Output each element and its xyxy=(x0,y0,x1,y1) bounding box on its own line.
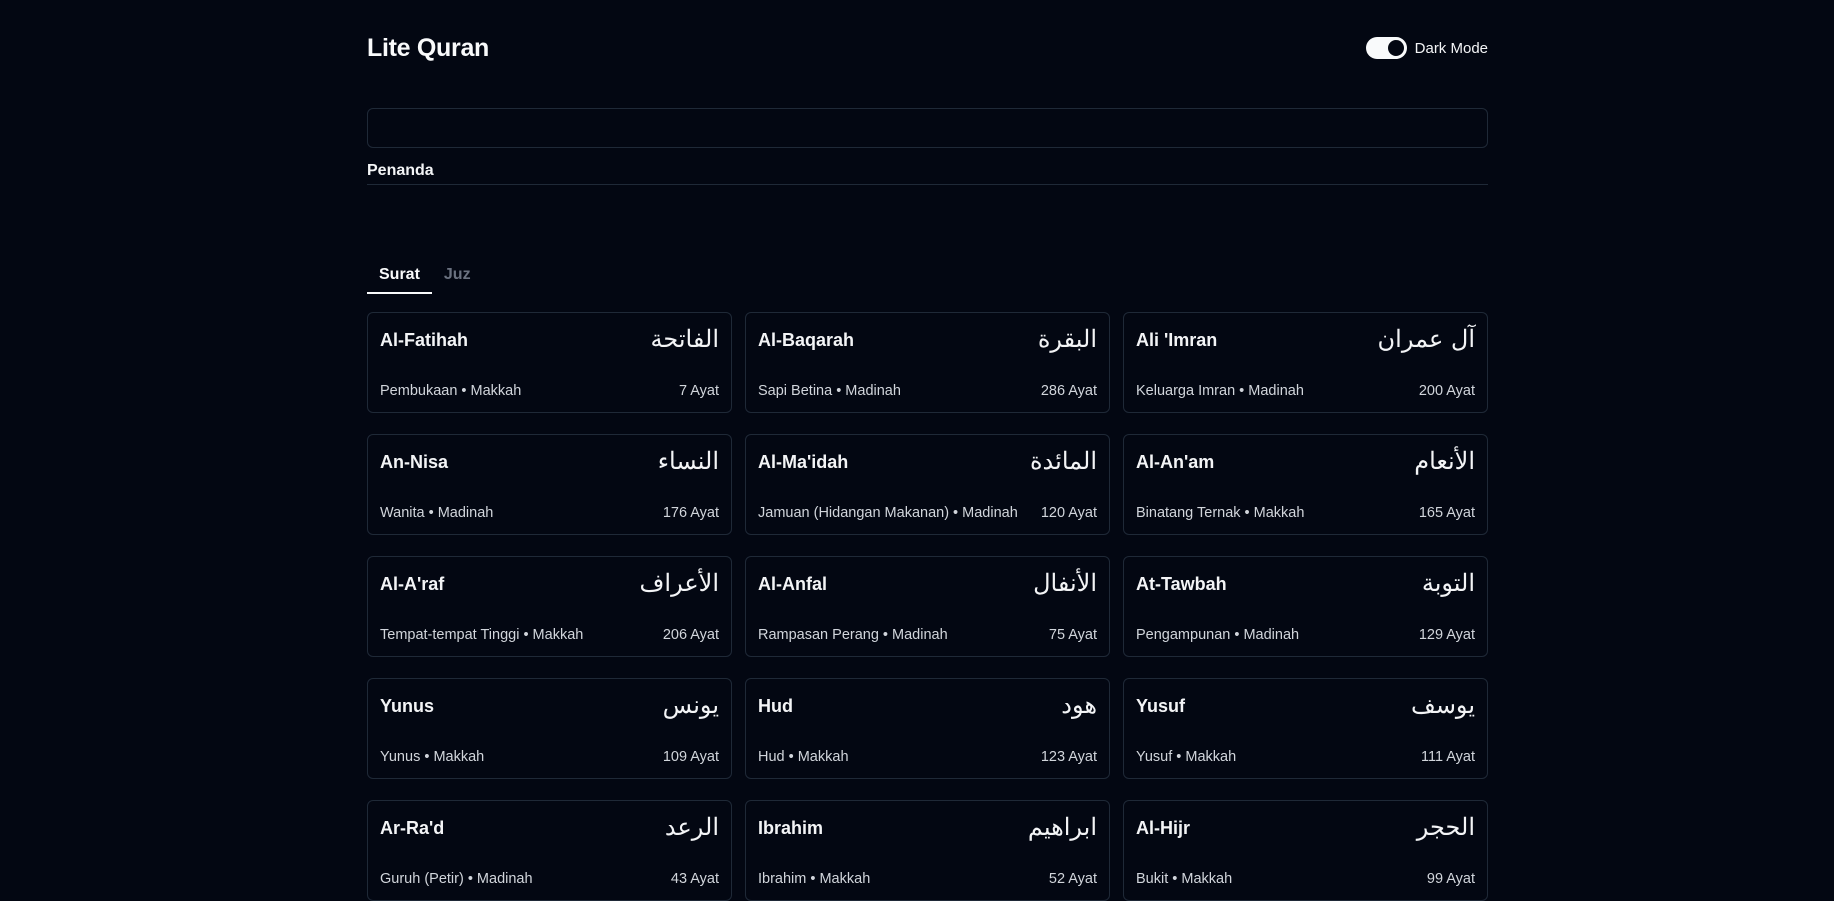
dark-mode-toggle[interactable]: Dark Mode xyxy=(1365,37,1488,59)
surah-arabic-name: الأنفال xyxy=(1033,569,1097,597)
surah-ayat-count: 206 Ayat xyxy=(662,627,719,643)
surah-ayat-count: 120 Ayat xyxy=(1040,505,1097,521)
surah-ayat-count: 129 Ayat xyxy=(1418,627,1475,643)
surah-arabic-name: البقرة xyxy=(1037,325,1097,353)
surah-name: Ar-Ra'd xyxy=(380,818,445,838)
surah-arabic-name: ابراهيم xyxy=(1027,813,1097,841)
dark-mode-label: Dark Mode xyxy=(1414,39,1488,57)
surah-name: At-Tawbah xyxy=(1136,574,1227,594)
surah-card[interactable]: At-Tawbah التوبة Pengampunan • Madinah 129 … xyxy=(1123,556,1488,657)
surah-ayat-count: 7 Ayat xyxy=(678,383,719,399)
surah-name: Al-A'raf xyxy=(380,574,445,594)
surah-ayat-count: 109 Ayat xyxy=(662,749,719,765)
surah-name: An-Nisa xyxy=(380,452,449,472)
surah-card[interactable]: Yunus يونس Yunus • Makkah 109 Ayat xyxy=(367,678,732,779)
surah-meta: Rampasan Perang • Madinah xyxy=(758,627,948,643)
surah-arabic-name: التوبة xyxy=(1421,569,1475,597)
dark-mode-switch-knob xyxy=(1387,40,1404,56)
surah-card[interactable]: Hud هود Hud • Makkah 123 Ayat xyxy=(745,678,1110,779)
surah-name: Al-Baqarah xyxy=(758,330,855,350)
surah-arabic-name: آل عمران xyxy=(1377,325,1475,353)
surah-meta: Sapi Betina • Madinah xyxy=(758,383,901,399)
surah-grid: Al-Fatihah الفاتحة Pembukaan • Makkah 7 Aya… xyxy=(367,312,1488,901)
search-input[interactable] xyxy=(367,108,1488,148)
surah-arabic-name: يوسف xyxy=(1410,691,1475,719)
surah-ayat-count: 75 Ayat xyxy=(1048,627,1097,643)
surah-card[interactable]: Al-Ma'idah المائدة Jamuan (Hidangan Makana… xyxy=(745,434,1110,535)
surah-ayat-count: 123 Ayat xyxy=(1040,749,1097,765)
surah-meta: Wanita • Madinah xyxy=(380,505,494,521)
surah-ayat-count: 176 Ayat xyxy=(662,505,719,521)
surah-meta: Binatang Ternak • Makkah xyxy=(1136,505,1305,521)
surah-name: Al-Hijr xyxy=(1136,818,1190,838)
surah-name: Yunus xyxy=(380,696,435,716)
surah-name: Hud xyxy=(758,696,793,716)
surah-card[interactable]: Ibrahim ابراهيم Ibrahim • Makkah 52 Ayat xyxy=(745,800,1110,901)
surah-arabic-name: الأعراف xyxy=(639,569,719,597)
surah-meta: Jamuan (Hidangan Makanan) • Madinah xyxy=(758,505,1018,521)
bookmark-heading: Penanda xyxy=(367,162,434,179)
surah-card[interactable]: Ar-Ra'd الرعد Guruh (Petir) • Madinah 43 Ay… xyxy=(367,800,732,901)
surah-arabic-name: هود xyxy=(1061,691,1097,719)
surah-meta: Ibrahim • Makkah xyxy=(758,871,871,887)
surah-name: Ali 'Imran xyxy=(1136,330,1218,350)
surah-card[interactable]: Al-A'raf الأعراف Tempat-tempat Tinggi • Ma… xyxy=(367,556,732,657)
surah-meta: Pembukaan • Makkah xyxy=(380,383,522,399)
app-title: Lite Quran xyxy=(367,33,490,62)
surah-ayat-count: 200 Ayat xyxy=(1418,383,1475,399)
tab-juz[interactable]: Juz xyxy=(432,264,483,294)
surah-meta: Pengampunan • Madinah xyxy=(1136,627,1300,643)
surah-ayat-count: 165 Ayat xyxy=(1418,505,1475,521)
tab-bar: Surat Juz xyxy=(367,264,483,294)
surah-name: Yusuf xyxy=(1136,696,1186,716)
surah-name: Ibrahim xyxy=(758,818,824,838)
surah-meta: Yusuf • Makkah xyxy=(1136,749,1237,765)
surah-meta: Bukit • Makkah xyxy=(1136,871,1233,887)
surah-ayat-count: 111 Ayat xyxy=(1420,749,1475,765)
surah-ayat-count: 43 Ayat xyxy=(670,871,719,887)
header: Lite Quran Dark Mode xyxy=(367,30,1488,66)
surah-ayat-count: 286 Ayat xyxy=(1040,383,1097,399)
tab-surat[interactable]: Surat xyxy=(367,264,432,294)
surah-meta: Hud • Makkah xyxy=(758,749,849,765)
surah-meta: Tempat-tempat Tinggi • Makkah xyxy=(380,627,584,643)
surah-arabic-name: الحجر xyxy=(1416,813,1475,841)
surah-ayat-count: 52 Ayat xyxy=(1048,871,1097,887)
surah-card[interactable]: Al-An'am الأنعام Binatang Ternak • Makkah 1… xyxy=(1123,434,1488,535)
surah-name: Al-Ma'idah xyxy=(758,452,849,472)
surah-name: Al-Anfal xyxy=(758,574,827,594)
surah-arabic-name: النساء xyxy=(657,447,719,475)
surah-name: Al-An'am xyxy=(1136,452,1215,472)
dark-mode-switch[interactable] xyxy=(1365,37,1407,59)
bookmark-divider xyxy=(367,184,1488,185)
surah-arabic-name: الأنعام xyxy=(1414,447,1475,475)
surah-card[interactable]: An-Nisa النساء Wanita • Madinah 176 Ayat xyxy=(367,434,732,535)
surah-card[interactable]: Yusuf يوسف Yusuf • Makkah 111 Ayat xyxy=(1123,678,1488,779)
surah-arabic-name: الرعد xyxy=(664,813,719,841)
surah-card[interactable]: Al-Baqarah البقرة Sapi Betina • Madinah 286… xyxy=(745,312,1110,413)
surah-arabic-name: المائدة xyxy=(1029,447,1097,475)
surah-arabic-name: يونس xyxy=(662,691,719,719)
surah-name: Al-Fatihah xyxy=(380,330,468,350)
surah-meta: Yunus • Makkah xyxy=(380,749,485,765)
surah-meta: Guruh (Petir) • Madinah xyxy=(380,871,533,887)
surah-ayat-count: 99 Ayat xyxy=(1426,871,1475,887)
surah-card[interactable]: Al-Hijr الحجر Bukit • Makkah 99 Ayat xyxy=(1123,800,1488,901)
surah-card[interactable]: Ali 'Imran آل عمران Keluarga Imran • Madin… xyxy=(1123,312,1488,413)
surah-arabic-name: الفاتحة xyxy=(650,325,719,353)
surah-meta: Keluarga Imran • Madinah xyxy=(1136,383,1304,399)
surah-card[interactable]: Al-Fatihah الفاتحة Pembukaan • Makkah 7 Aya… xyxy=(367,312,732,413)
surah-card[interactable]: Al-Anfal الأنفال Rampasan Perang • Madinah… xyxy=(745,556,1110,657)
